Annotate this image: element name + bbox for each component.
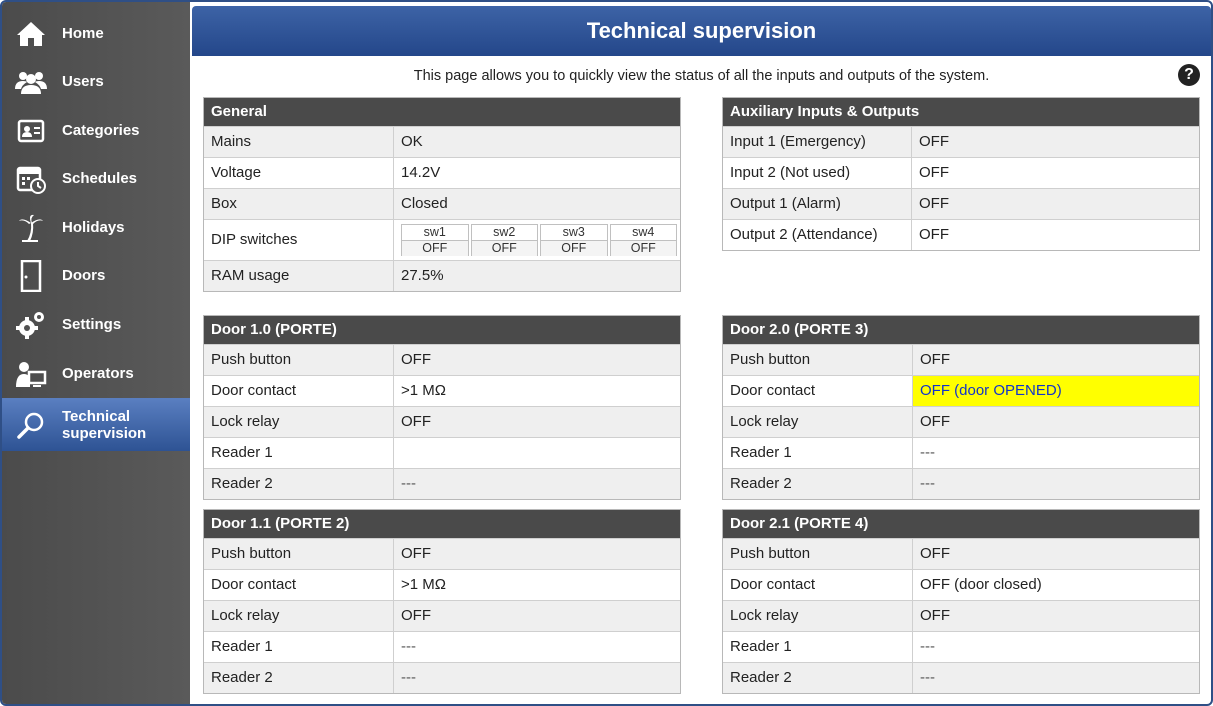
table-row: Mains OK — [204, 126, 680, 157]
users-icon — [14, 65, 48, 99]
sidebar-item-doors[interactable]: Doors — [2, 252, 190, 299]
id-card-icon — [14, 114, 48, 148]
table-row: Reader 1 --- — [204, 631, 680, 662]
table-row: Output 2 (Attendance) OFF — [723, 219, 1199, 250]
sidebar-item-categories[interactable]: Categories — [2, 107, 190, 154]
dip-switch-2: sw2 OFF — [470, 224, 538, 256]
table-row: Reader 1 — [204, 437, 680, 468]
table-row: Push button OFF — [204, 538, 680, 569]
table-row: Reader 1 --- — [723, 631, 1199, 662]
table-header: General — [204, 98, 680, 126]
sidebar-item-label: Users — [62, 73, 104, 90]
table-row: Output 1 (Alarm) OFF — [723, 188, 1199, 219]
app-window: Home Users Categories Schedules Holidays — [0, 0, 1213, 706]
table-row: Door contact OFF (door OPENED) — [723, 375, 1199, 406]
sidebar-item-technical-supervision[interactable]: Technical supervision — [2, 398, 190, 451]
sidebar-item-holidays[interactable]: Holidays — [2, 204, 190, 251]
table-row: Box Closed — [204, 188, 680, 219]
operator-icon — [14, 357, 48, 391]
table-row: Lock relay OFF — [723, 406, 1199, 437]
home-icon — [14, 17, 48, 51]
table-row: Lock relay OFF — [723, 600, 1199, 631]
magnifier-icon — [14, 408, 48, 442]
door-1-0-table: Door 1.0 (PORTE) Push button OFF Door con… — [203, 315, 681, 500]
table-row: Reader 1 --- — [723, 437, 1199, 468]
dip-switch-1: sw1 OFF — [401, 224, 469, 256]
page-description: This page allows you to quickly view the… — [413, 68, 990, 84]
table-row: Reader 2 --- — [204, 468, 680, 499]
table-row: Push button OFF — [723, 344, 1199, 375]
sidebar-item-label: Operators — [62, 365, 134, 382]
help-icon[interactable]: ? — [1178, 64, 1200, 86]
sidebar-item-settings[interactable]: Settings — [2, 301, 190, 348]
table-header: Door 2.1 (PORTE 4) — [723, 510, 1199, 538]
sidebar-item-label: Schedules — [62, 170, 138, 187]
table-row: Input 1 (Emergency) OFF — [723, 126, 1199, 157]
table-row: Reader 2 --- — [723, 662, 1199, 693]
dip-switch-4: sw4 OFF — [609, 224, 677, 256]
table-row: Lock relay OFF — [204, 406, 680, 437]
sidebar-item-home[interactable]: Home — [2, 10, 190, 57]
sidebar-item-label: Technical supervision — [62, 407, 147, 442]
table-header: Door 2.0 (PORTE 3) — [723, 316, 1199, 344]
sidebar-item-schedules[interactable]: Schedules — [2, 155, 190, 202]
table-row: Door contact >1 MΩ — [204, 569, 680, 600]
table-row: Push button OFF — [204, 344, 680, 375]
table-row: Voltage 14.2V — [204, 157, 680, 188]
calendar-clock-icon — [14, 162, 48, 196]
sidebar-item-label: Doors — [62, 267, 106, 284]
sidebar-item-operators[interactable]: Operators — [2, 350, 190, 397]
door-icon — [14, 259, 48, 293]
table-row: Input 2 (Not used) OFF — [723, 157, 1199, 188]
gears-icon — [14, 308, 48, 342]
table-row: Reader 2 --- — [723, 468, 1199, 499]
page-title: Technical supervision — [192, 6, 1211, 56]
table-row: RAM usage 27.5% — [204, 260, 680, 291]
sidebar-item-label: Home — [62, 25, 104, 42]
dip-switches: sw1 OFF sw2 OFF sw3 OFF sw4 OFF — [394, 220, 680, 260]
table-row: Door contact OFF (door closed) — [723, 569, 1199, 600]
aux-io-table: Auxiliary Inputs & Outputs Input 1 (Emer… — [722, 97, 1200, 251]
door-2-1-table: Door 2.1 (PORTE 4) Push button OFF Door c… — [722, 509, 1200, 694]
table-row: Reader 2 --- — [204, 662, 680, 693]
table-header: Door 1.0 (PORTE) — [204, 316, 680, 344]
door-opened-alert: OFF (door OPENED) — [913, 376, 1199, 406]
door-1-1-table: Door 1.1 (PORTE 2) Push button OFF Door c… — [203, 509, 681, 694]
sidebar: Home Users Categories Schedules Holidays — [2, 2, 190, 704]
sidebar-item-users[interactable]: Users — [2, 58, 190, 105]
palm-tree-icon — [14, 211, 48, 245]
general-table: General Mains OK Voltage 14.2V Box Closed D… — [203, 97, 681, 292]
table-row: Door contact >1 MΩ — [204, 375, 680, 406]
table-header: Auxiliary Inputs & Outputs — [723, 98, 1199, 126]
dip-switch-3: sw3 OFF — [540, 224, 608, 256]
sidebar-item-label: Categories — [62, 122, 140, 139]
table-row: DIP switches sw1 OFF sw2 OFF sw3 OFF sw4 OFF — [204, 219, 680, 260]
sidebar-item-label: Holidays — [62, 219, 125, 236]
table-header: Door 1.1 (PORTE 2) — [204, 510, 680, 538]
door-2-0-table: Door 2.0 (PORTE 3) Push button OFF Door c… — [722, 315, 1200, 500]
table-row: Push button OFF — [723, 538, 1199, 569]
sidebar-item-label: Settings — [62, 316, 122, 333]
table-row: Lock relay OFF — [204, 600, 680, 631]
